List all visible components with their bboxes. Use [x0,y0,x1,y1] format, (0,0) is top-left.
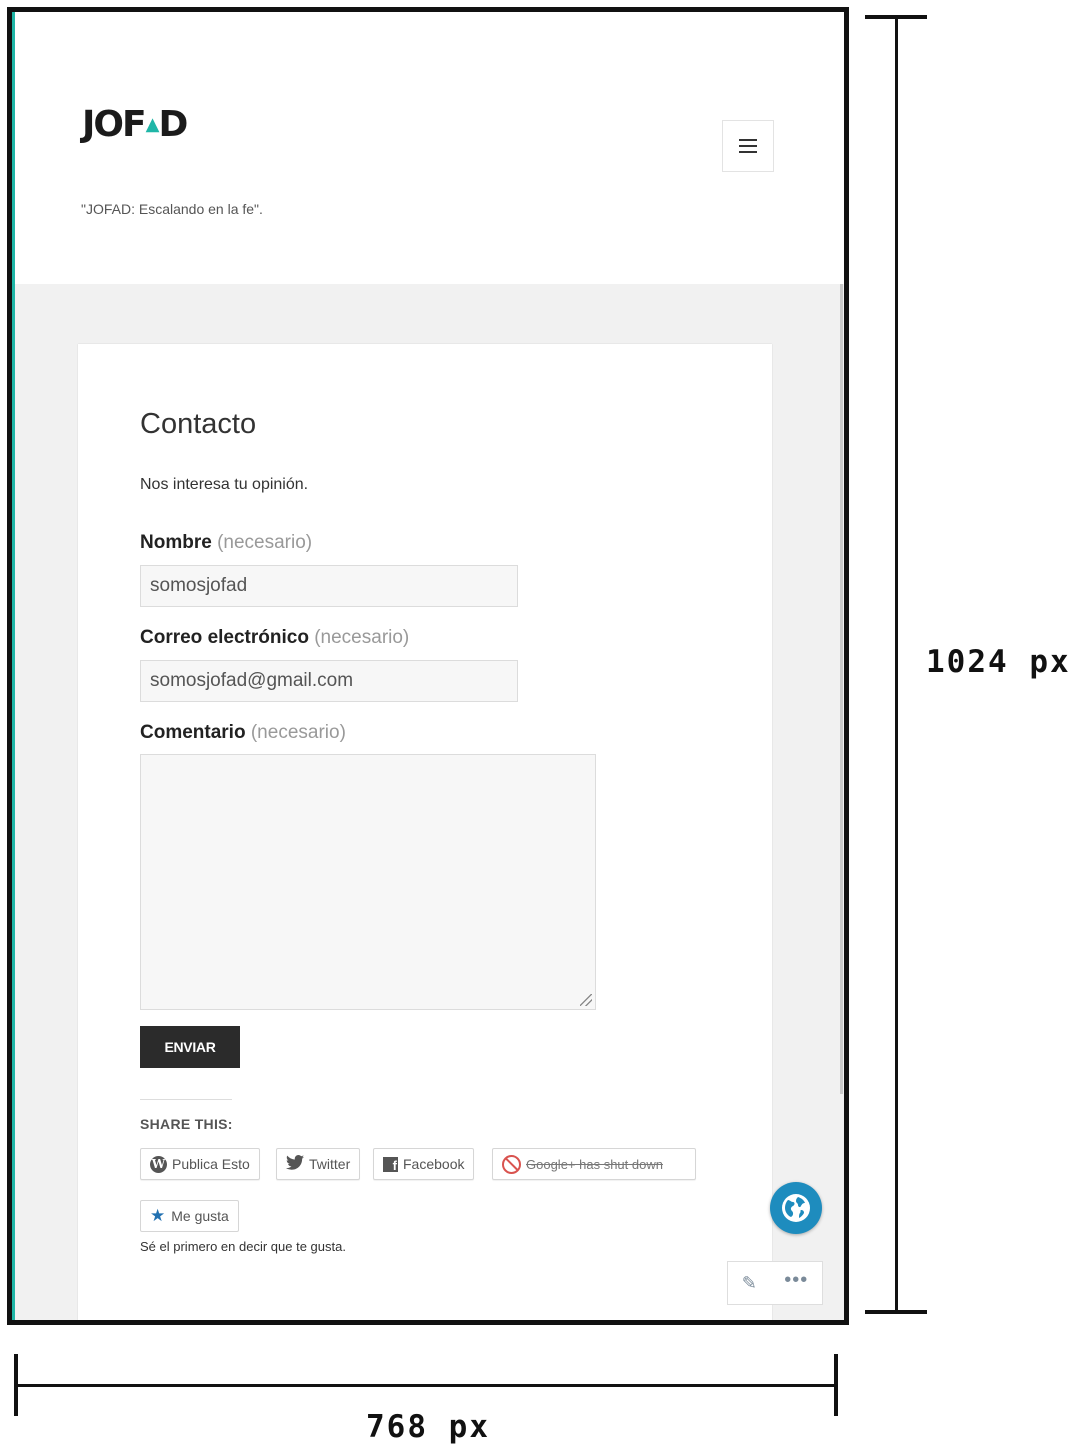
email-label-text: Correo electrónico [140,627,309,648]
name-field[interactable]: somosjofad [140,565,518,607]
width-dimension-cap-left [14,1354,18,1416]
height-dimension-line [895,16,898,1312]
more-options-icon[interactable]: ••• [784,1269,808,1292]
share-wordpress-label: Publica Esto [172,1156,250,1172]
comment-required-note: (necesario) [250,722,346,743]
logo-text-suffix: D [158,104,188,145]
menu-toggle-button[interactable] [722,120,774,172]
share-wordpress-button[interactable]: W Publica Esto [140,1148,260,1180]
comment-label: Comentario (necesario) [140,722,346,744]
share-twitter-label: Twitter [309,1156,351,1172]
globe-icon[interactable] [770,1182,822,1234]
email-field[interactable]: somosjofad@gmail.com [140,660,518,702]
logo-triangle-icon: ▲ [145,114,160,135]
like-button[interactable]: ★ Me gusta [140,1200,239,1232]
email-required-note: (necesario) [314,627,410,648]
site-header: JOF▲D "JOFAD: Escalando en la fe". [15,12,844,284]
width-dimension-line [16,1384,836,1387]
name-required-note: (necesario) [217,532,313,553]
share-facebook-button[interactable]: f Facebook [373,1148,475,1180]
comment-textarea[interactable] [140,754,596,1010]
facebook-icon: f [383,1156,398,1173]
site-tagline: "JOFAD: Escalando en la fe". [81,201,263,217]
floating-action-bar: ✎ ••• [727,1261,823,1305]
like-note: Sé el primero en decir que te gusta. [140,1239,346,1254]
contact-card: Contacto Nos interesa tu opinión. Nombre… [78,344,772,1320]
height-dimension-label: 1024 px [926,644,1071,680]
share-googleplus-button[interactable]: Google+ has shut down [492,1148,696,1180]
submit-button[interactable]: ENVIAR [140,1026,240,1068]
device-frame: JOF▲D "JOFAD: Escalando en la fe". Conta… [7,7,849,1325]
height-dimension-cap-bottom [865,1310,927,1314]
hamburger-icon [739,139,757,153]
share-title: SHARE THIS: [140,1116,233,1132]
share-facebook-label: Facebook [403,1156,465,1172]
site-logo[interactable]: JOF▲D [82,104,188,145]
scrollbar[interactable] [840,284,843,1094]
twitter-icon [286,1155,304,1173]
intro-text: Nos interesa tu opinión. [140,476,309,493]
width-dimension-cap-right [834,1354,838,1416]
prohibited-icon [502,1154,521,1174]
resize-handle-icon[interactable] [580,994,592,1006]
wordpress-icon: W [150,1155,167,1173]
share-googleplus-label: Google+ has shut down [526,1156,663,1172]
page-title: Contacto [140,408,257,440]
like-button-label: Me gusta [171,1208,229,1224]
width-dimension-label: 768 px [366,1409,490,1445]
share-twitter-button[interactable]: Twitter [276,1148,361,1180]
star-icon: ★ [150,1206,166,1225]
name-label: Nombre (necesario) [140,532,312,554]
name-label-text: Nombre [140,532,212,553]
logo-text-prefix: JOF [82,104,147,145]
share-divider [140,1099,232,1100]
email-label: Correo electrónico (necesario) [140,627,409,649]
comment-label-text: Comentario [140,722,246,743]
pencil-icon[interactable]: ✎ [742,1273,757,1294]
height-dimension-cap-top [865,15,927,19]
